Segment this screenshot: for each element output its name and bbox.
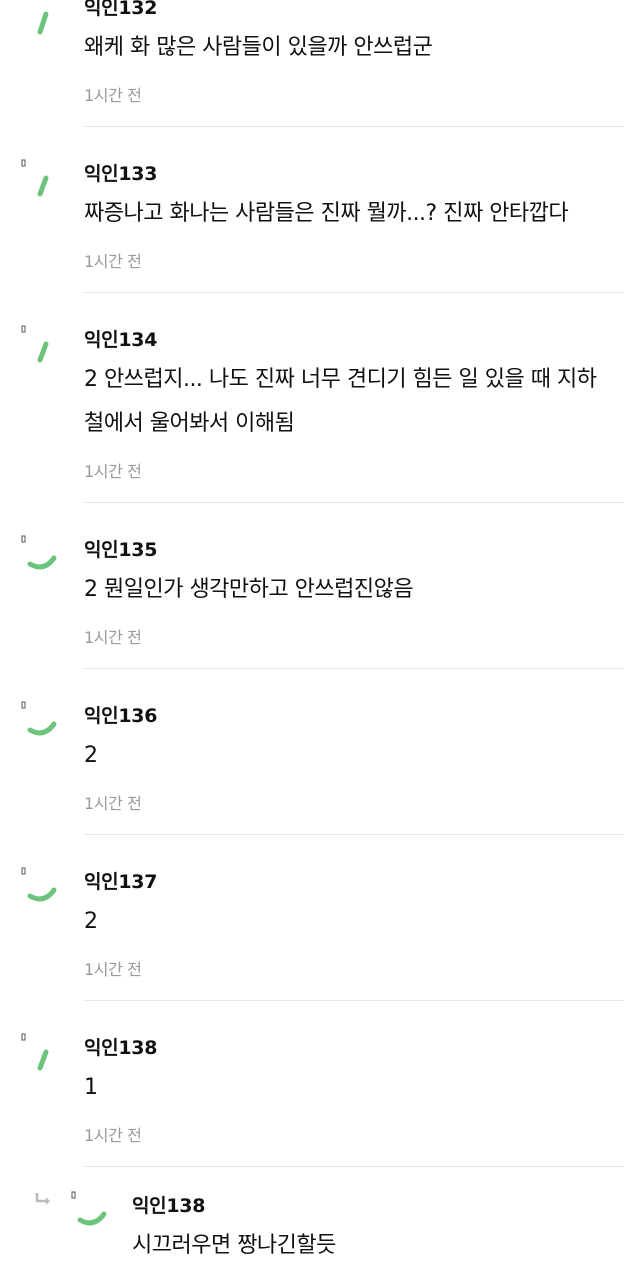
comment-text: 2 뭔일인가 생각만하고 안쓰럽진않음 (84, 577, 414, 602)
comment-divider (84, 126, 624, 127)
avatar-stroke-diagonal-icon[interactable] (18, 324, 58, 364)
comment-divider (84, 1000, 624, 1001)
comment-text: 2 안쓰럽지... 나도 진짜 너무 견디기 힘든 일 있을 때 지하철에서 울… (84, 367, 597, 436)
reply-text: 시끄러우면 짱나긴할듯 (132, 1233, 336, 1258)
comment-author[interactable]: 익인133 (84, 162, 157, 186)
comment-text: 2 (84, 909, 98, 934)
comment-time: 1시간 전 (84, 1126, 142, 1145)
comment-text: 짜증나고 화나는 사람들은 진짜 뭘까...? 진짜 안타깝다 (84, 201, 569, 226)
comment-time: 1시간 전 (84, 86, 142, 105)
comment-author[interactable]: 익인134 (84, 328, 157, 352)
avatar-stroke-diagonal-icon[interactable] (18, 1032, 58, 1072)
comment-text: 2 (84, 743, 98, 768)
avatar-stroke-diagonal-icon[interactable] (18, 158, 58, 198)
comment-divider (84, 502, 624, 503)
comment-text: 1 (84, 1075, 98, 1100)
comment-author[interactable]: 익인138 (84, 1036, 157, 1060)
comment-text: 왜케 화 많은 사람들이 있을까 안쓰럽군 (84, 35, 433, 60)
reply-author[interactable]: 익인138 (132, 1194, 205, 1218)
comment-author[interactable]: 익인137 (84, 870, 157, 894)
comment-divider (84, 834, 624, 835)
comment-author[interactable]: 익인136 (84, 704, 157, 728)
comment-time: 1시간 전 (84, 960, 142, 979)
comment-time: 1시간 전 (84, 794, 142, 813)
comment-divider (84, 1166, 624, 1167)
reply-arrow-icon (34, 1192, 54, 1208)
avatar-stroke-diagonal-icon[interactable] (18, 8, 58, 48)
comment-time: 1시간 전 (84, 628, 142, 647)
comment-time: 1시간 전 (84, 462, 142, 481)
comment-time: 1시간 전 (84, 252, 142, 271)
comment-divider (84, 668, 624, 669)
comment-author[interactable]: 익인132 (84, 0, 157, 20)
avatar-stroke-curve-icon[interactable] (18, 534, 58, 574)
avatar-stroke-curve-icon[interactable] (18, 866, 58, 906)
comment-divider (84, 292, 624, 293)
avatar-stroke-curve-icon[interactable] (68, 1190, 108, 1230)
comment-author[interactable]: 익인135 (84, 538, 157, 562)
avatar-stroke-curve-icon[interactable] (18, 700, 58, 740)
